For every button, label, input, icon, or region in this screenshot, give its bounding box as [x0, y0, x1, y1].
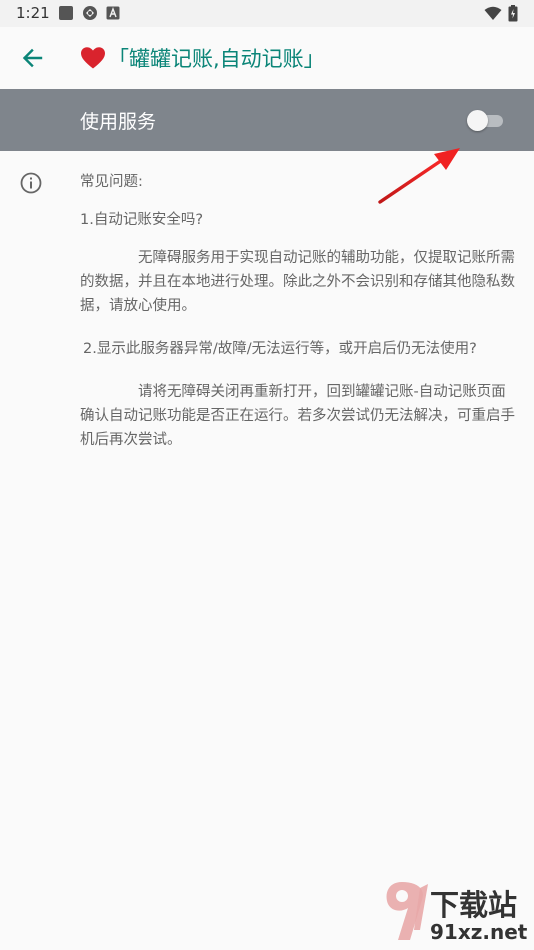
sync-notification-icon — [83, 6, 97, 20]
watermark-logo-icon — [386, 882, 428, 940]
square-notification-icon — [59, 6, 73, 20]
a-notification-icon — [106, 6, 120, 20]
faq-content: 常见问题: 1.自动记账安全吗? 无障碍服务用于实现自动记账的辅助功能，仅提取记… — [80, 170, 520, 452]
page-title: 「罐罐记账,自动记账」 — [80, 43, 325, 73]
back-button[interactable] — [14, 40, 50, 76]
watermark-title: 下载站 — [430, 888, 518, 922]
page-title-text: 「罐罐记账,自动记账」 — [108, 47, 325, 71]
watermark-url: 91xz.net — [430, 920, 528, 944]
faq-answer-2: 请将无障碍关闭再重新打开，回到罐罐记账-自动记账页面确认自动记账功能是否正在运行… — [80, 384, 515, 448]
notification-icons — [58, 5, 120, 21]
heart-icon — [81, 47, 105, 69]
watermark: 下载站 91xz.net — [380, 878, 530, 946]
status-time: 1:21 — [16, 4, 50, 22]
faq-question-2: 2.显示此服务器异常/故障/无法运行等，或开启后仍无法使用? — [83, 341, 477, 357]
app-bar: 「罐罐记账,自动记账」 — [0, 27, 534, 89]
faq-answer-1: 无障碍服务用于实现自动记账的辅助功能，仅提取记账所需的数据，并且在本地进行处理。… — [80, 250, 515, 314]
switch-thumb — [467, 110, 488, 131]
arrow-back-icon — [22, 48, 43, 68]
wifi-icon — [484, 6, 502, 20]
status-bar: 1:21 — [0, 0, 534, 27]
system-icons — [484, 5, 518, 22]
info-icon — [20, 172, 42, 194]
battery-icon — [508, 5, 518, 22]
use-service-label: 使用服务 — [80, 111, 157, 133]
annotation-arrow — [378, 148, 460, 204]
faq-question-1: 1.自动记账安全吗? — [80, 212, 204, 228]
use-service-switch[interactable] — [467, 110, 505, 131]
